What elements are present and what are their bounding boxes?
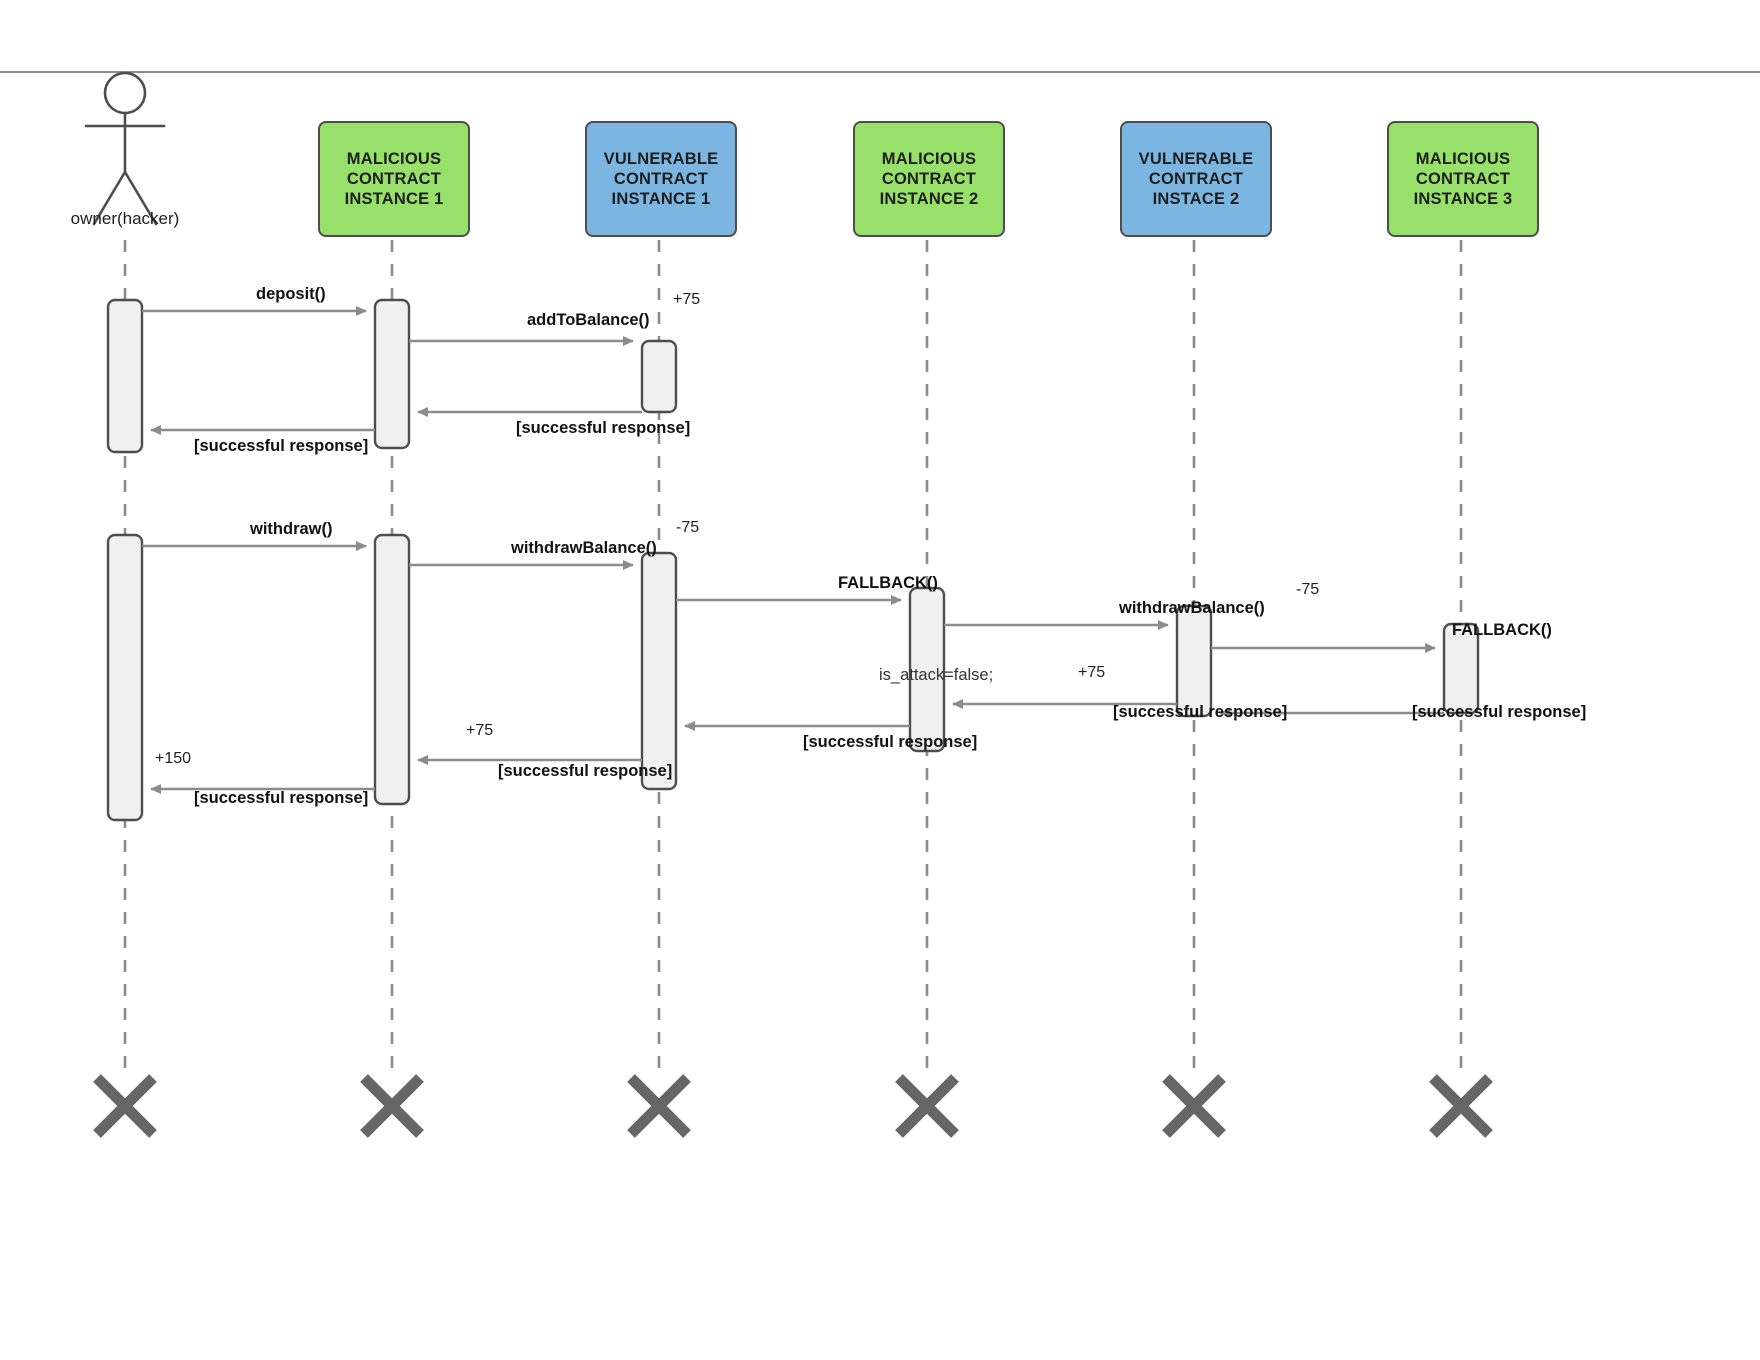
lifeline-label-line3: INSTANCE 3 [1413, 190, 1513, 208]
lifeline-label-line1: VULNERABLE [603, 150, 719, 168]
message-label-return-wb-1: [successful response] [498, 762, 673, 780]
activation-actor-deposit [106, 298, 144, 454]
message-label-deposit: deposit() [256, 285, 326, 303]
activation-bars [106, 298, 1480, 822]
message-label-return-withdraw: [successful response] [194, 789, 369, 807]
lifeline-dashes [123, 240, 1463, 1070]
lifeline-label-line2: CONTRACT [346, 170, 442, 188]
actor-label: owner(hacker) [70, 209, 180, 228]
lifeline-header-malicious-contract-instance-2[interactable]: MALICIOUS CONTRACT INSTANCE 2 [853, 121, 1005, 237]
destroy-x-actor [93, 1074, 157, 1138]
activation-vulnerable1-wb [640, 551, 678, 791]
destroy-x-vulnerable2 [1162, 1074, 1226, 1138]
lifeline-label-line2: CONTRACT [1148, 170, 1244, 188]
lifeline-label-line1: MALICIOUS [346, 150, 442, 168]
message-label-fallback-2: FALLBACK() [1452, 621, 1552, 639]
activation-actor-withdraw [106, 533, 144, 822]
sequence-diagram-canvas: owner(hacker) MALICIOUS CONTRACT INSTANC… [0, 0, 1760, 1360]
lifeline-label-line3: INSTANCE 1 [344, 190, 444, 208]
amount-label-withdraw-balance-1: -75 [676, 519, 700, 536]
lifeline-header-malicious-contract-instance-1[interactable]: MALICIOUS CONTRACT INSTANCE 1 [318, 121, 470, 237]
lifeline-header-vulnerable-contract-instance-2[interactable]: VULNERABLE CONTRACT INSTACE 2 [1120, 121, 1272, 237]
message-label-withdraw-balance-2: withdrawBalance() [1119, 599, 1265, 617]
message-label-return-deposit: [successful response] [194, 437, 369, 455]
message-label-return-fallback-1: [successful response] [803, 733, 978, 751]
lifeline-label-line1: VULNERABLE [1138, 150, 1254, 168]
activation-malicious1-withdraw [373, 533, 411, 806]
lifeline-header-vulnerable-contract-instance-1[interactable]: VULNERABLE CONTRACT INSTANCE 1 [585, 121, 737, 237]
lifeline-label-line3: INSTACE 2 [1152, 190, 1240, 208]
message-label-withdraw: withdraw() [250, 520, 333, 538]
lifeline-label-line3: INSTANCE 2 [879, 190, 979, 208]
lifeline-label-line2: CONTRACT [1415, 170, 1511, 188]
activation-malicious1-deposit [373, 298, 411, 450]
message-label-return-wb-2: [successful response] [1113, 703, 1288, 721]
lifeline-label-line2: CONTRACT [881, 170, 977, 188]
message-label-return-fallback-2: [successful response] [1412, 703, 1587, 721]
destroy-x-malicious2 [895, 1074, 959, 1138]
message-label-withdraw-balance-1: withdrawBalance() [511, 539, 657, 557]
destroy-x-malicious3 [1429, 1074, 1493, 1138]
amount-label-add-to-balance: +75 [673, 291, 701, 308]
amount-label-return-wb-1: +75 [466, 722, 494, 739]
message-label-return-add: [successful response] [516, 419, 691, 437]
destroy-x-vulnerable1 [627, 1074, 691, 1138]
actor-stick-figure-icon [84, 71, 166, 226]
lifeline-label-line1: MALICIOUS [881, 150, 977, 168]
activation-vulnerable1-add [640, 339, 678, 414]
lifeline-label-line1: MALICIOUS [1415, 150, 1511, 168]
note-is-attack-false: is_attack=false; [879, 666, 994, 684]
lifeline-label-line2: CONTRACT [613, 170, 709, 188]
lifeline-label-line3: INSTANCE 1 [611, 190, 711, 208]
amount-label-return-wb-2: +75 [1078, 664, 1106, 681]
activation-vulnerable2-wb [1175, 604, 1213, 718]
amount-label-withdraw-balance-2: -75 [1296, 581, 1320, 598]
message-label-add-to-balance: addToBalance() [527, 311, 650, 329]
lifeline-header-malicious-contract-instance-3[interactable]: MALICIOUS CONTRACT INSTANCE 3 [1387, 121, 1539, 237]
destroy-x-malicious1 [360, 1074, 424, 1138]
message-label-fallback-1: FALLBACK() [838, 574, 938, 592]
destruction-markers [93, 1074, 1493, 1138]
amount-label-return-withdraw: +150 [155, 750, 192, 767]
